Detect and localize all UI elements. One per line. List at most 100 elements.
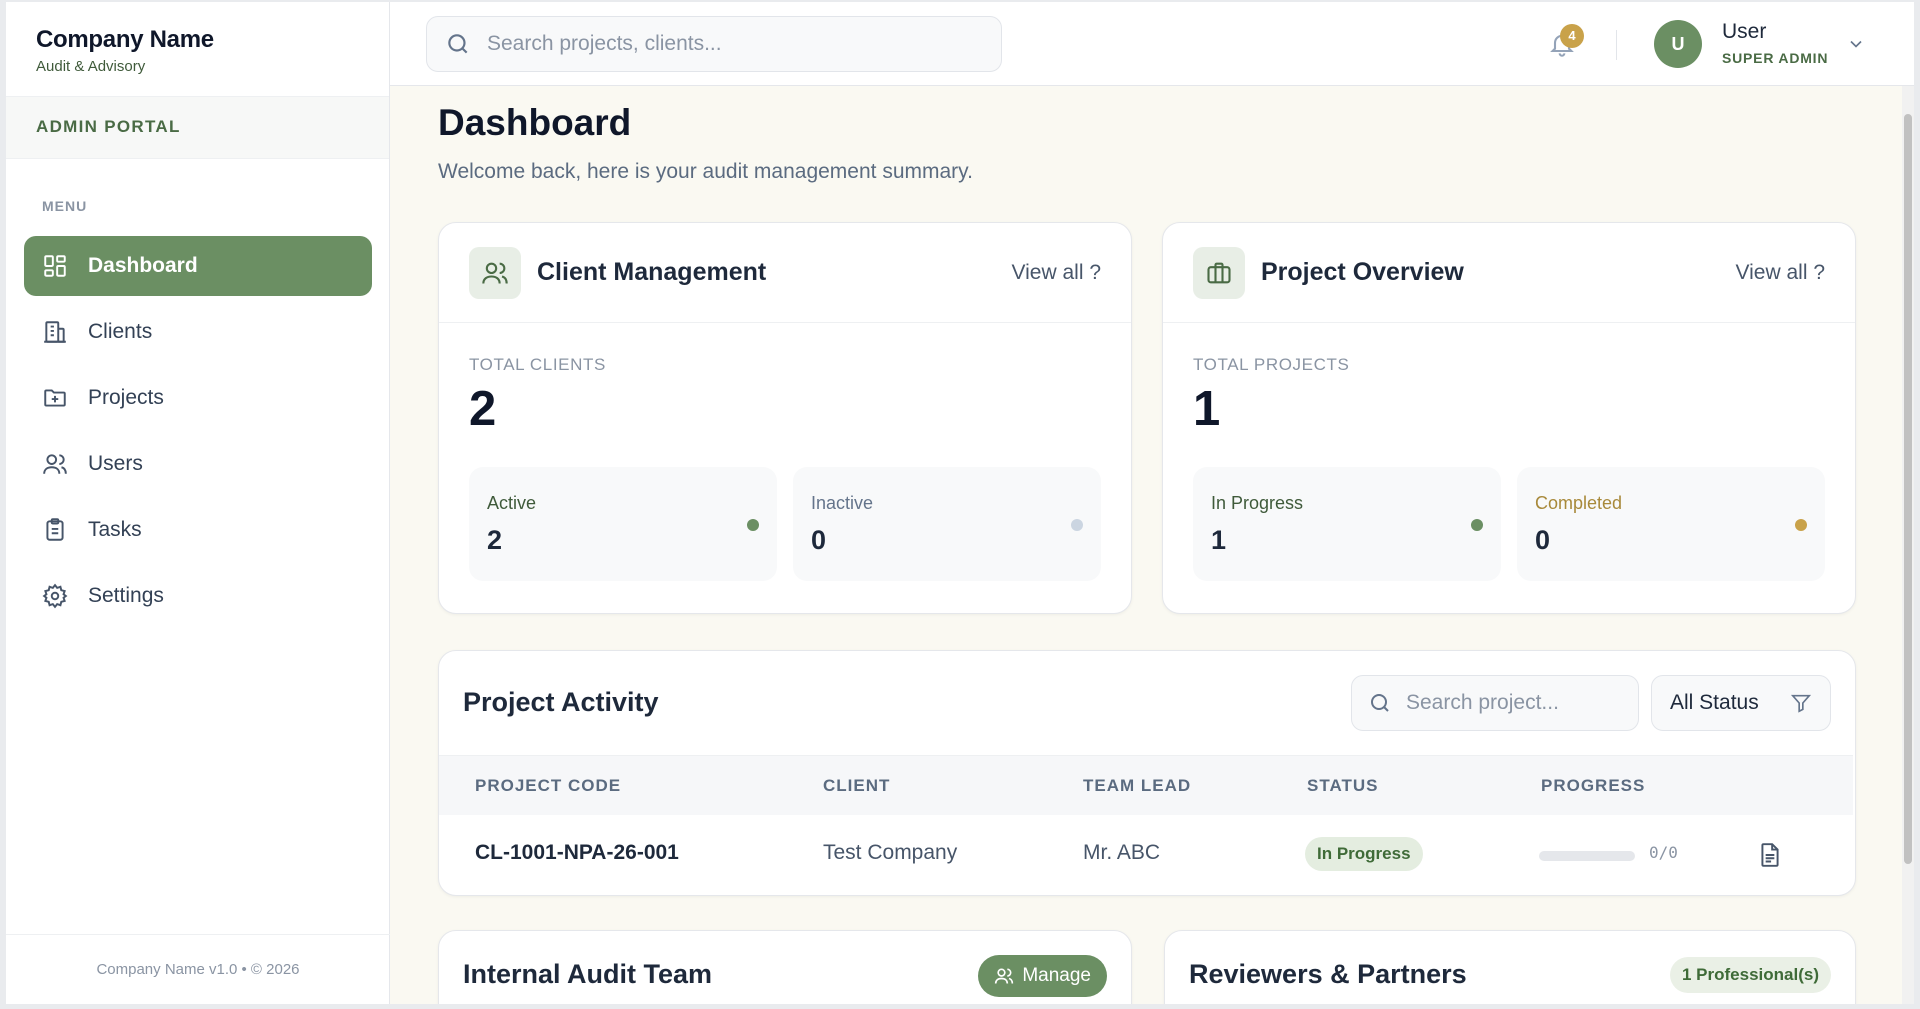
client-cell: Test Company [823,841,958,864]
column-header: PROJECT CODE [475,776,622,795]
stat-label: In Progress [1211,493,1304,513]
project-code-cell: CL-1001-NPA-26-001 [475,841,679,864]
user-role: SUPER ADMIN [1722,50,1829,66]
briefcase-icon [1207,262,1231,283]
user-name[interactable]: User [1722,20,1766,44]
page-subtitle: Welcome back, here is your audit managem… [438,160,973,183]
sidebar-item-label: Projects [88,386,164,409]
global-search [426,16,1002,72]
search-input[interactable] [487,32,967,56]
sidebar-item-tasks[interactable]: Tasks [24,500,372,560]
stat-value: 0 [1535,525,1551,555]
header-divider [1616,30,1617,60]
main-scrollbar[interactable] [1902,86,1914,1004]
status-badge: In Progress [1305,837,1423,871]
view-all-clients-link[interactable]: View all ? [1012,261,1102,285]
section-title: Reviewers & Partners [1189,959,1467,989]
status-dot [1071,519,1083,531]
sidebar-item-label: Tasks [88,518,142,541]
users-icon [482,262,508,284]
sidebar-item-label: Clients [88,320,153,343]
menu-label: MENU [42,198,88,214]
client-management-card: Client Management View all ? TOTAL CLIEN… [438,222,1132,614]
stat-value: 0 [811,525,827,555]
button-label: Manage [1022,965,1091,986]
app-window: Company Name Audit & Advisory ADMIN PORT… [6,2,1914,1004]
sidebar-item-projects[interactable]: Projects [24,368,372,428]
sidebar-item-settings[interactable]: Settings [24,566,372,626]
status-filter-select[interactable]: All Status [1651,675,1831,731]
professional-count-badge: 1 Professional(s) [1670,957,1831,993]
column-header: CLIENT [823,776,891,795]
table-header: PROJECT CODE CLIENT TEAM LEAD STATUS PRO… [439,755,1853,815]
sidebar-item-users[interactable]: Users [24,434,372,494]
total-clients-label: TOTAL CLIENTS [469,355,606,374]
in-progress-stat: In Progress 1 [1193,467,1501,581]
internal-audit-team-card: Internal Audit Team Manage [438,930,1132,1004]
building-icon [44,321,66,343]
manage-team-button[interactable]: Manage [978,955,1107,997]
total-clients-value: 2 [469,382,497,436]
project-activity-card: Project Activity All Status PROJECT CODE… [438,650,1856,896]
project-search-input[interactable] [1406,691,1626,715]
status-dot [1471,519,1483,531]
sidebar-item-clients[interactable]: Clients [24,302,372,362]
column-header: STATUS [1307,776,1379,795]
clipboard-icon [46,518,64,541]
document-icon[interactable] [1757,841,1783,869]
users-icon [43,454,67,474]
filter-value: All Status [1670,691,1759,714]
project-overview-card: Project Overview View all ? TOTAL PROJEC… [1162,222,1856,614]
sidebar-item-label: Users [88,452,143,475]
avatar[interactable]: U [1654,20,1702,68]
total-projects-label: TOTAL PROJECTS [1193,355,1350,374]
card-icon-box [469,246,521,299]
stat-label: Completed [1535,493,1623,513]
dashboard-grid-icon [44,255,66,277]
brand-name: Company Name [36,26,214,53]
scrollbar-thumb[interactable] [1904,114,1912,864]
sidebar-item-label: Dashboard [88,254,198,277]
section-title: Project Activity [463,687,659,717]
sidebar-item-dashboard[interactable]: Dashboard [24,236,372,296]
search-icon [448,34,468,54]
folder-plus-icon [44,389,66,407]
stat-value: 1 [1211,525,1227,555]
column-header: PROGRESS [1541,776,1646,795]
active-clients-stat: Active 2 [469,467,777,581]
status-dot [1795,519,1807,531]
brand-subtitle: Audit & Advisory [36,58,146,75]
total-projects-value: 1 [1193,382,1221,436]
view-all-projects-link[interactable]: View all ? [1736,261,1826,285]
sidebar: Company Name Audit & Advisory ADMIN PORT… [6,2,390,1004]
stat-value: 2 [487,525,503,555]
page-title: Dashboard [438,102,632,143]
portal-label: ADMIN PORTAL [6,97,389,159]
brand: Company Name Audit & Advisory [6,2,389,97]
top-header: 4 U User SUPER ADMIN [390,2,1914,86]
table-row[interactable]: CL-1001-NPA-26-001 Test Company Mr. ABC … [439,815,1853,893]
column-header: TEAM LEAD [1083,776,1192,795]
team-lead-cell: Mr. ABC [1083,841,1161,864]
sidebar-item-label: Settings [88,584,164,607]
notification-badge: 4 [1560,24,1584,48]
card-icon-box [1193,246,1245,299]
status-dot [747,519,759,531]
sidebar-footer: Company Name v1.0 • © 2026 [6,934,390,1004]
gear-icon [42,583,68,609]
progress-bar [1539,851,1635,861]
filter-icon [1790,694,1812,713]
card-header: Project Overview View all ? [1163,223,1855,323]
progress-text: 0/0 [1649,843,1678,862]
card-title: Client Management [537,258,767,286]
search-icon [1371,694,1389,712]
card-title: Project Overview [1261,258,1464,286]
chevron-down-icon[interactable] [1846,34,1866,54]
stat-label: Inactive [811,493,874,513]
card-header: Client Management View all ? [439,223,1131,323]
reviewers-partners-card: Reviewers & Partners 1 Professional(s) [1164,930,1856,1004]
inactive-clients-stat: Inactive 0 [793,467,1101,581]
completed-stat: Completed 0 [1517,467,1825,581]
section-title: Internal Audit Team [463,959,713,989]
users-icon [995,968,1014,984]
